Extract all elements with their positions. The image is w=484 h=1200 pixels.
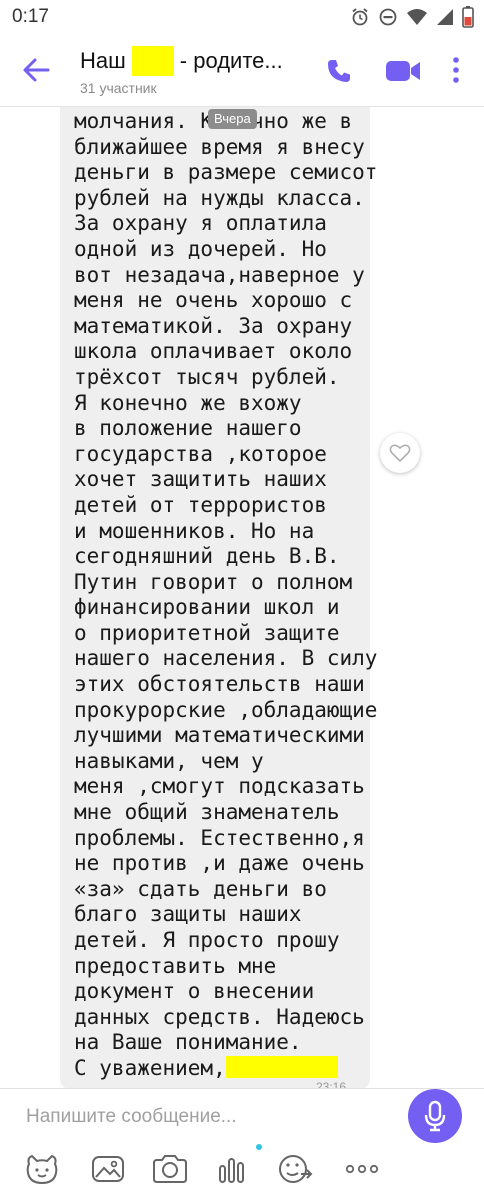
doodle-button[interactable] xyxy=(276,1151,316,1187)
dnd-icon xyxy=(379,8,397,26)
more-vertical-icon xyxy=(453,57,459,83)
voice-message-button[interactable] xyxy=(408,1089,462,1143)
doodle-icon xyxy=(279,1155,313,1183)
composer-toolbar xyxy=(0,1147,484,1187)
gif-notification-dot xyxy=(256,1144,262,1150)
more-options-button[interactable] xyxy=(342,1151,382,1187)
status-time: 0:17 xyxy=(12,6,49,27)
video-camera-icon xyxy=(386,61,420,81)
camera-button[interactable] xyxy=(150,1151,190,1187)
message-input[interactable] xyxy=(22,1099,400,1135)
phone-icon xyxy=(328,60,350,82)
video-call-button[interactable] xyxy=(384,58,422,84)
message-text: молчания. Конечно же в ближайшее время я… xyxy=(74,109,378,1082)
gallery-icon xyxy=(92,1156,124,1182)
chat-screen: 0:17 Наш - родите... 31 участник молчани… xyxy=(0,0,484,1200)
gif-button[interactable] xyxy=(214,1151,254,1187)
signature-redaction xyxy=(225,1055,338,1078)
gif-icon xyxy=(219,1158,244,1183)
sticker-button[interactable] xyxy=(22,1151,62,1187)
gallery-button[interactable] xyxy=(88,1151,128,1187)
participants-count: 31 участник xyxy=(80,80,157,96)
signal-icon xyxy=(437,9,453,25)
chat-title-suffix: - родите... xyxy=(179,48,283,73)
chat-header: Наш - родите... 31 участник xyxy=(0,34,484,107)
chat-title-prefix: Наш xyxy=(80,48,126,73)
like-button[interactable] xyxy=(380,433,420,473)
sticker-icon xyxy=(26,1154,58,1185)
microphone-icon xyxy=(424,1100,446,1132)
message-body: молчания. Конечно же в ближайшее время я… xyxy=(74,109,378,1055)
status-bar: 0:17 xyxy=(0,0,484,34)
chat-title: Наш - родите... xyxy=(80,46,310,76)
call-button[interactable] xyxy=(324,56,354,86)
date-separator: Вчера xyxy=(208,109,257,129)
back-button[interactable] xyxy=(18,54,54,86)
message-signature: С уважением, xyxy=(74,1055,226,1080)
title-redaction xyxy=(131,46,174,76)
battery-icon xyxy=(462,6,474,28)
chat-menu-button[interactable] xyxy=(448,54,464,86)
message-composer xyxy=(0,1088,484,1200)
status-icons xyxy=(350,5,474,29)
wifi-icon xyxy=(407,9,427,25)
alarm-icon xyxy=(352,8,368,26)
chat-info[interactable]: Наш - родите... 31 участник xyxy=(80,46,310,96)
arrow-left-icon xyxy=(23,58,50,82)
more-horizontal-icon xyxy=(345,1164,379,1174)
conversation-area[interactable]: молчания. Конечно же в ближайшее время я… xyxy=(0,107,484,1090)
heart-icon xyxy=(389,444,411,462)
camera-icon xyxy=(153,1155,187,1183)
